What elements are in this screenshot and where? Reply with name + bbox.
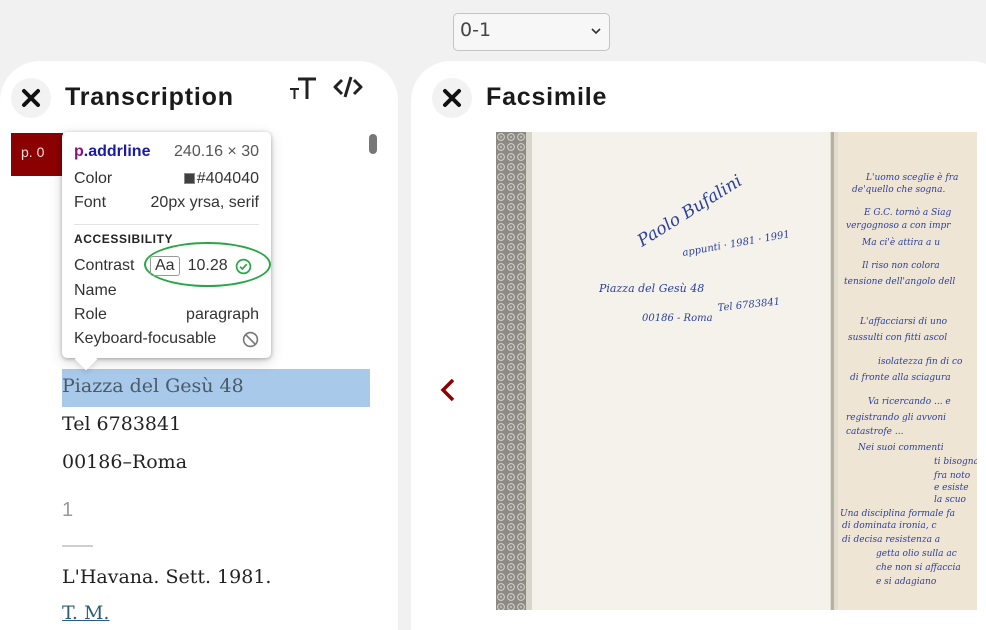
addrline-tel: Tel 6783841 (62, 413, 182, 435)
svg-text:L'uomo sceglie è fra: L'uomo sceglie è fra (865, 172, 958, 183)
tooltip-dimensions: 240.16 × 30 (174, 143, 259, 160)
code-icon[interactable] (332, 71, 364, 103)
svg-text:e si adagiano: e si adagiano (876, 577, 937, 587)
svg-text:getta olio sulla ac: getta olio sulla ac (876, 549, 957, 559)
tooltip-color-value: #404040 (196, 170, 259, 187)
tooltip-role-row: Role paragraph (74, 306, 259, 324)
svg-text:Nei suoi commenti: Nei suoi commenti (857, 443, 944, 453)
tooltip-name-label: Name (74, 282, 117, 299)
svg-text:registrando gli avvoni: registrando gli avvoni (846, 413, 946, 423)
contrast-aa: Aa (150, 256, 180, 276)
tooltip-divider (74, 224, 259, 225)
color-swatch (183, 173, 195, 185)
svg-text:di fronte alla sciagura: di fronte alla sciagura (850, 373, 951, 383)
svg-text:L'affacciarsi di uno: L'affacciarsi di uno (859, 317, 948, 327)
page-select[interactable]: 0-1 (453, 13, 610, 51)
page-marker[interactable]: p. 0 (11, 133, 63, 176)
check-circle-icon (235, 258, 251, 274)
svg-text:isolatezza fin di co: isolatezza fin di co (878, 357, 963, 367)
svg-text:e esiste: e esiste (934, 483, 969, 493)
page-number: 1 (62, 499, 74, 521)
addrline-city: 00186–Roma (62, 451, 188, 473)
tooltip-tag: p (74, 143, 84, 160)
chevron-left-icon[interactable] (432, 370, 462, 410)
divider (62, 545, 93, 547)
tooltip-font-value: 20px yrsa, serif (150, 194, 259, 211)
facsimile-image[interactable]: Paolo Bufalini appunti · 1981 · 1991 Pia… (496, 132, 977, 610)
inspect-tooltip: p.addrline 240.16 × 30 Color #404040 Fon… (62, 132, 271, 358)
initials-link[interactable]: T. M. (62, 602, 109, 624)
tooltip-header: p.addrline 240.16 × 30 (74, 143, 259, 161)
svg-text:catastrofe ...: catastrofe ... (846, 427, 904, 437)
tooltip-keyboard-label: Keyboard-focusable (74, 330, 217, 347)
svg-text:vergognoso a con impr: vergognoso a con impr (846, 221, 951, 231)
svg-text:sussulti con fitti ascol: sussulti con fitti ascol (848, 333, 947, 343)
tooltip-contrast-label: Contrast (74, 257, 135, 274)
svg-text:Ma ci'è attira a u: Ma ci'è attira a u (861, 237, 940, 248)
page-select-value: 0-1 (460, 19, 492, 41)
tooltip-color-row: Color #404040 (74, 170, 259, 188)
tooltip-name-row: Name (74, 282, 259, 300)
svg-text:che non si affaccia: che non si affaccia (876, 563, 961, 573)
tooltip-role-value: paragraph (186, 306, 259, 323)
tooltip-contrast-value: 10.28 (187, 257, 228, 274)
tooltip-contrast-row: Contrast Aa 10.28 (74, 256, 259, 276)
svg-text:00186 - Roma: 00186 - Roma (642, 313, 713, 324)
text-size-icon[interactable] (287, 71, 319, 103)
transcription-title: Transcription (65, 83, 234, 111)
tooltip-color-label: Color (74, 170, 113, 187)
svg-text:tensione dell'angolo dell: tensione dell'angolo dell (844, 277, 955, 287)
svg-text:de'quello che sogna.: de'quello che sogna. (852, 185, 945, 195)
tooltip-section-label: ACCESSIBILITY (74, 232, 174, 246)
tooltip-font-row: Font 20px yrsa, serif (74, 194, 259, 212)
not-allowed-icon (242, 331, 259, 347)
close-transcription-button[interactable] (11, 78, 51, 118)
addrline-highlighted: Piazza del Gesù 48 (62, 369, 370, 407)
facsimile-title: Facsimile (486, 83, 608, 111)
place-date-line: L'Havana. Sett. 1981. (62, 566, 272, 588)
svg-text:Va ricercando ... e: Va ricercando ... e (868, 397, 951, 407)
svg-text:Una disciplina formale fa: Una disciplina formale fa (840, 509, 955, 519)
svg-text:la scuo: la scuo (934, 495, 967, 505)
svg-text:E G.C. tornò a Siag: E G.C. tornò a Siag (863, 207, 951, 218)
svg-text:Il riso non colora: Il riso non colora (861, 261, 940, 271)
tooltip-role-label: Role (74, 306, 107, 323)
tooltip-keyboard-row: Keyboard-focusable (74, 330, 259, 348)
svg-text:fra noto: fra noto (933, 471, 971, 481)
close-icon (22, 89, 40, 107)
close-facsimile-button[interactable] (432, 78, 472, 118)
svg-text:di dominata ironia, c: di dominata ironia, c (842, 521, 937, 531)
close-icon (443, 89, 461, 107)
svg-text:di decisa resistenza a: di decisa resistenza a (842, 535, 940, 545)
tooltip-font-label: Font (74, 194, 107, 211)
svg-text:Piazza del Gesù 48: Piazza del Gesù 48 (598, 282, 704, 295)
chevron-down-icon (591, 28, 601, 35)
svg-text:ti bisogna: ti bisogna (934, 457, 977, 467)
scrollbar[interactable] (369, 134, 377, 154)
tooltip-class: .addrline (83, 143, 151, 160)
